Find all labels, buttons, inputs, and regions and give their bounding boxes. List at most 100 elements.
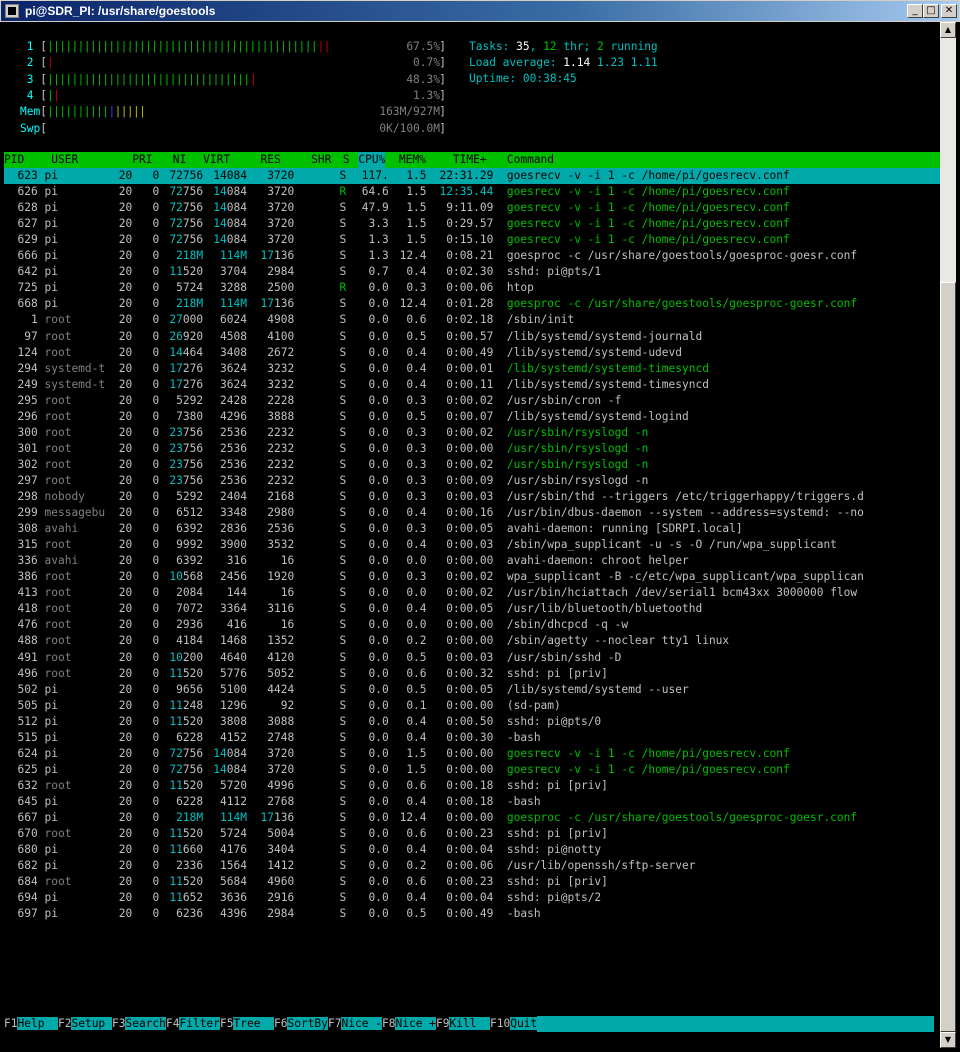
fkey-f3[interactable]: F3Search (112, 1016, 166, 1032)
cpu-meter-3: 3[||||||||||||||||||||||||||||||||| | 48.3… (20, 72, 446, 88)
column-header-virt[interactable]: VIRT (203, 152, 230, 168)
fkey-f6-label[interactable]: SortBy (287, 1017, 328, 1030)
fkey-f9-label[interactable]: Kill (449, 1017, 490, 1030)
process-row[interactable]: 300 root 20 0 23756 2536 2232 S 0.0 0.3 0:00.02/us… (4, 425, 940, 441)
process-row[interactable]: 668 pi 20 0 218M 114M 17136 S 0.0 12.4 0:01.28 goes… (4, 296, 940, 312)
column-header-command[interactable]: Command (507, 152, 554, 168)
htop-screen[interactable]: 1[||||||||||||||||||||||||||||||||||||||… (4, 22, 940, 1048)
process-row[interactable]: 627 pi 20 0 72756 14084 3720 S 3.3 1.5 0:29.57 goes… (4, 216, 940, 232)
process-row[interactable]: 512 pi 20 0 11520 3808 3088 S 0.0 0.4 0:00.50 sshd:… (4, 714, 940, 730)
scroll-down-arrow[interactable]: ▼ (940, 1032, 956, 1048)
process-row[interactable]: 488 root 20 0 4184 1468 1352 S 0.0 0.2 0:00.00/sbi… (4, 633, 940, 649)
scroll-thumb[interactable] (940, 282, 956, 1032)
scroll-up-arrow[interactable]: ▲ (940, 22, 956, 38)
scrollbar[interactable]: ▲ ▼ (940, 22, 956, 1048)
process-row[interactable]: 626 pi 20 0 72756 14084 3720 R 64.6 1.5 12:35.44 go… (4, 184, 940, 200)
fkey-f10-label[interactable]: Quit (510, 1017, 538, 1030)
process-row[interactable]: 124 root 20 0 14464 3408 2672 S 0.0 0.4 0:00.49/li… (4, 345, 940, 361)
swap-meter-close-bracket: ] (439, 121, 446, 135)
fkey-f2-label[interactable]: Setup (71, 1017, 112, 1030)
fkey-f4-label[interactable]: Filter (179, 1017, 220, 1030)
process-row[interactable]: 418 root 20 0 7072 3364 3116 S 0.0 0.4 0:00.05/usr… (4, 601, 940, 617)
process-row[interactable]: 694 pi 20 0 11652 3636 2916 S 0.0 0.4 0:00.04 sshd:… (4, 890, 940, 906)
process-row[interactable]: 491 root 20 0 10200 4640 4120 S 0.0 0.5 0:00.03/us… (4, 650, 940, 666)
process-row[interactable]: 667 pi 20 0 218M 114M 17136 S 0.0 12.4 0:00.00 goes… (4, 810, 940, 826)
fkey-f1[interactable]: F1Help (4, 1016, 58, 1032)
process-row[interactable]: 299 messagebu 20 0 6512 3348 2980 S 0.0 0.4 0:00.1… (4, 505, 940, 521)
process-row[interactable]: 302 root 20 0 23756 2536 2232 S 0.0 0.3 0:00.02/us… (4, 457, 940, 473)
process-row[interactable]: 301 root 20 0 23756 2536 2232 S 0.0 0.3 0:00.00/us… (4, 441, 940, 457)
fkey-f9[interactable]: F9Kill (436, 1016, 490, 1032)
process-row[interactable]: 725 pi 20 0 5724 3288 2500 R 0.0 0.3 0:00.06 htop (4, 280, 940, 296)
process-row[interactable]: 476 root 20 0 2936 416 16 S 0.0 0.0 0:00.00/sbin/d… (4, 617, 940, 633)
process-time: 0:00.03 (446, 650, 494, 664)
process-row[interactable]: 632 root 20 0 11520 5720 4996 S 0.0 0.6 0:00.18 ssh… (4, 778, 940, 794)
process-row[interactable]: 308 avahi 20 0 6392 2836 2536 S 0.0 0.3 0:00.05 ava… (4, 521, 940, 537)
process-row[interactable]: 502 pi 20 0 9656 5100 4424 S 0.0 0.5 0:00.05/lib/s… (4, 682, 940, 698)
process-row[interactable]: 496 root 20 0 11520 5776 5052 S 0.0 0.6 0:00.32 ssh… (4, 666, 940, 682)
process-row[interactable]: 670 root 20 0 11520 5724 5004 S 0.0 0.6 0:00.23 ssh… (4, 826, 940, 842)
process-row[interactable]: 413 root 20 0 2084 144 16 S 0.0 0.0 0:00.02/usr/bi… (4, 585, 940, 601)
process-row[interactable]: 666 pi 20 0 218M 114M 17136 S 1.3 12.4 0:08.21 goes… (4, 248, 940, 264)
maximize-button[interactable]: □ (923, 4, 939, 18)
process-cmd: /sbin/init (506, 313, 575, 327)
column-header-pri[interactable]: PRI (132, 152, 152, 168)
process-row[interactable]: 515 pi 20 0 6228 4152 2748 S 0.0 0.4 0:00.30 -bash (4, 730, 940, 746)
process-row[interactable]: 1 root 20 0 27000 6024 4908 S 0.0 0.6 0:02.18/sbin… (4, 312, 940, 328)
process-row[interactable]: 624 pi 20 0 72756 14084 3720 S 0.0 1.5 0:00.00 goes… (4, 746, 940, 762)
process-row[interactable]: 680 pi 20 0 11660 4176 3404 S 0.0 0.4 0:00.04 sshd:… (4, 842, 940, 858)
process-row[interactable]: 298 nobody 20 0 5292 2404 2168 S 0.0 0.3 0:00.03/u… (4, 489, 940, 505)
fkey-f4[interactable]: F4Filter (166, 1016, 220, 1032)
process-row[interactable]: 628 pi 20 0 72756 14084 3720 S 47.9 1.5 9:11.09 goe… (4, 200, 940, 216)
fkey-f1-label[interactable]: Help (17, 1017, 58, 1030)
process-row[interactable]: 642 pi 20 0 11520 3704 2984 S 0.7 0.4 0:02.30 sshd:… (4, 264, 940, 280)
process-row[interactable]: 629 pi 20 0 72756 14084 3720 S 1.3 1.5 0:15.10 goes… (4, 232, 940, 248)
process-shr: 2232 (267, 457, 295, 471)
column-header-s[interactable]: S (343, 152, 350, 168)
fkey-f8[interactable]: F8Nice + (382, 1016, 436, 1032)
fkey-f2[interactable]: F2Setup (58, 1016, 112, 1032)
column-header-ni[interactable]: NI (173, 152, 186, 168)
process-row[interactable]: 386 root 20 0 10568 2456 1920 S 0.0 0.3 0:00.02 wpa… (4, 569, 940, 585)
process-row[interactable]: 697 pi 20 0 6236 4396 2984 S 0.0 0.5 0:00.49 -bash (4, 906, 940, 922)
fkey-f3-label[interactable]: Search (125, 1017, 166, 1030)
fkey-f5[interactable]: F5Tree (220, 1016, 274, 1032)
fkey-f5-label[interactable]: Tree (233, 1017, 274, 1030)
process-row[interactable]: 295 root 20 0 5292 2428 2228 S 0.0 0.3 0:00.02/usr… (4, 393, 940, 409)
process-pri: 20 (118, 249, 133, 263)
process-row[interactable]: 623 pi 20 0 72756 14084 3720 S 117. 1.5 22:31.29 go… (4, 168, 940, 184)
column-header-cpu[interactable]: CPU% (358, 152, 386, 168)
column-header-row[interactable]: PID USER PRI NI VIRT RES SHR S CPU% MEM% TIME+ Comm… (4, 152, 940, 168)
process-row[interactable]: 505 pi 20 0 11248 1296 92 S 0.0 0.1 0:00.00 (sd-pam… (4, 698, 940, 714)
process-row[interactable]: 682 pi 20 0 2336 1564 1412 S 0.0 0.2 0:00.06/usr/l… (4, 858, 940, 874)
process-row[interactable]: 97 root 20 0 26920 4508 4100 S 0.0 0.5 0:00.57/lib… (4, 329, 940, 345)
process-cpu: 0.0 (368, 811, 389, 824)
process-row[interactable]: 645 pi 20 0 6228 4112 2768 S 0.0 0.4 0:00.18 -bash (4, 794, 940, 810)
column-header-shr[interactable]: SHR (311, 152, 331, 168)
putty-icon[interactable] (5, 4, 19, 18)
process-row[interactable]: 315 root 20 0 9992 3900 3532 S 0.0 0.4 0:00.03/sbi… (4, 537, 940, 553)
process-row[interactable]: 296 root 20 0 7380 4296 3888 S 0.0 0.5 0:00.07/lib… (4, 409, 940, 425)
minimize-button[interactable]: _ (907, 4, 923, 18)
fkey-f10[interactable]: F10Quit (490, 1016, 538, 1032)
column-header-res[interactable]: RES (261, 152, 281, 168)
column-header-time[interactable]: TIME+ (453, 152, 487, 168)
process-row[interactable]: 625 pi 20 0 72756 14084 3720 S 0.0 1.5 0:00.00 goes… (4, 762, 940, 778)
fkey-f6[interactable]: F6SortBy (274, 1016, 328, 1032)
memory-meter-bar-segment: ||||| (114, 105, 146, 119)
column-header-user[interactable]: USER (51, 152, 78, 168)
process-row[interactable]: 297 root 20 0 23756 2536 2232 S 0.0 0.3 0:00.09/us… (4, 473, 940, 489)
process-row[interactable]: 249 systemd-t 20 0 17276 3624 3232 S 0.0 0.4 0:00.… (4, 377, 940, 393)
cpu-meter-2-close-bracket: ] (439, 56, 446, 70)
fkey-f8-label[interactable]: Nice + (395, 1017, 436, 1030)
title-bar[interactable]: pi@SDR_PI: /usr/share/goestools _ □ ✕ (0, 0, 960, 22)
close-button[interactable]: ✕ (941, 4, 957, 18)
fkey-f7-label[interactable]: Nice - (341, 1017, 382, 1030)
process-row[interactable]: 684 root 20 0 11520 5684 4960 S 0.0 0.6 0:00.23 ssh… (4, 874, 940, 890)
fkey-f7[interactable]: F7Nice - (328, 1016, 382, 1032)
process-row[interactable]: 294 systemd-t 20 0 17276 3624 3232 S 0.0 0.4 0:00.… (4, 361, 940, 377)
column-header-mem[interactable]: MEM% (399, 152, 426, 168)
process-time: 0:00.02 (446, 393, 494, 407)
process-row[interactable]: 336 avahi 20 0 6392 316 16 S 0.0 0.0 0:00.00 avahi-… (4, 553, 940, 569)
column-header-pid[interactable]: PID (4, 152, 24, 168)
